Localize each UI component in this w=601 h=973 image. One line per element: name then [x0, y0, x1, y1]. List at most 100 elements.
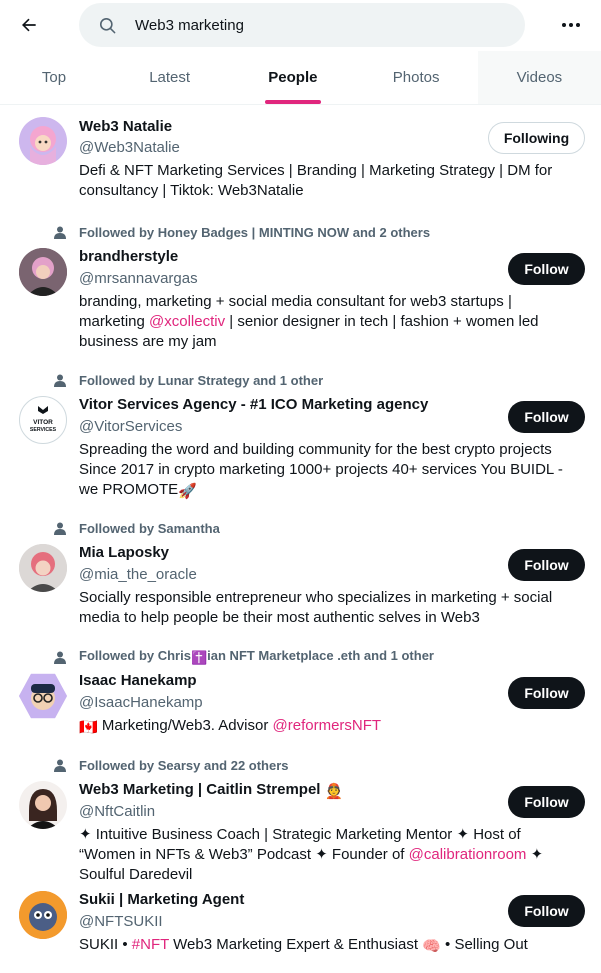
mention-link[interactable]: @calibrationroom: [409, 846, 527, 863]
more-options-button[interactable]: [556, 10, 586, 40]
canada-flag-icon: 🇨🇦: [79, 719, 98, 736]
bio-line: we PROMOTE🚀: [79, 480, 571, 502]
user-list: Web3 Natalie @Web3Natalie Following Defi…: [0, 104, 601, 969]
user-name[interactable]: Web3 Marketing | Caitlin Strempel 👲: [79, 781, 343, 800]
following-button[interactable]: Following: [488, 122, 585, 154]
bio-text: “Women in NFTs & Web3” Podcast ✦ Founder…: [79, 846, 409, 863]
social-context: Followed by Samantha: [52, 520, 220, 536]
avatar[interactable]: [19, 544, 67, 592]
user-name[interactable]: Vitor Services Agency - #1 ICO Marketing…: [79, 396, 428, 413]
social-context: Followed by Honey Badges | MINTING NOW a…: [52, 224, 430, 240]
tab-top[interactable]: Top: [0, 51, 108, 104]
social-text: ian NFT Marketplace .eth and 1 other: [207, 648, 434, 663]
avatar[interactable]: [19, 781, 67, 829]
social-context-text: Followed by Samantha: [79, 520, 220, 536]
search-icon: [97, 15, 117, 35]
bio-text: Marketing/Web3. Advisor: [97, 717, 273, 734]
bio-line: Since 2017 in crypto marketing 1000+ pro…: [79, 461, 563, 478]
avatar-logo-text: SERVICES: [30, 427, 57, 433]
bio-line: Socially responsible entrepreneur who sp…: [79, 589, 553, 606]
social-context: Followed by Lunar Strategy and 1 other: [52, 372, 323, 388]
user-name[interactable]: Web3 Natalie: [79, 118, 172, 135]
bio-text: SUKII •: [79, 936, 132, 953]
user-bio: Spreading the word and building communit…: [79, 440, 571, 502]
follow-button[interactable]: Follow: [508, 253, 585, 285]
user-cell[interactable]: Followed by Lunar Strategy and 1 other V…: [0, 356, 601, 504]
bio-text: | senior designer in tech | fashion + wo…: [225, 313, 539, 330]
bio-text: • Selling Out: [440, 936, 528, 953]
follow-button[interactable]: Follow: [508, 549, 585, 581]
avatar[interactable]: [19, 673, 67, 719]
person-icon: [52, 757, 68, 773]
hat-emoji-icon: 👲: [324, 783, 344, 800]
bio-line: “Women in NFTs & Web3” Podcast ✦ Founder…: [79, 845, 571, 865]
user-cell[interactable]: Followed by Chris✝️ian NFT Marketplace .…: [0, 632, 601, 741]
hashtag-link[interactable]: #NFT: [132, 936, 169, 953]
user-bio: SUKII • #NFT Web3 Marketing Expert & Ent…: [79, 935, 571, 957]
tab-videos[interactable]: Videos: [477, 51, 601, 104]
bio-text: marketing: [79, 313, 150, 330]
tab-photos[interactable]: Photos: [355, 51, 478, 104]
dot-icon: [576, 23, 580, 27]
person-icon: [52, 372, 68, 388]
user-handle[interactable]: @Web3Natalie: [79, 139, 180, 156]
bio-line: 🇨🇦 Marketing/Web3. Advisor @reformersNFT: [79, 716, 571, 738]
user-handle[interactable]: @NftCaitlin: [79, 803, 155, 820]
bio-line: ✦ Intuitive Business Coach | Strategic M…: [79, 826, 521, 843]
follow-button[interactable]: Follow: [508, 895, 585, 927]
bio-line: SUKII • #NFT Web3 Marketing Expert & Ent…: [79, 935, 571, 957]
user-name[interactable]: Mia Laposky: [79, 544, 169, 561]
bio-line: Defi & NFT Marketing Services | Branding…: [79, 162, 553, 179]
follow-button[interactable]: Follow: [508, 786, 585, 818]
bio-text: Web3 Marketing Expert & Enthusiast: [169, 936, 423, 953]
tab-people[interactable]: People: [231, 51, 354, 104]
social-text: Followed by Chris: [79, 648, 191, 663]
avatar[interactable]: VITOR SERVICES: [19, 396, 67, 444]
social-context-text: Followed by Lunar Strategy and 1 other: [79, 372, 324, 388]
dot-icon: [569, 23, 573, 27]
user-handle[interactable]: @NFTSUKII: [79, 913, 163, 930]
avatar[interactable]: [19, 891, 67, 939]
user-name[interactable]: Isaac Hanekamp: [79, 672, 197, 689]
user-name[interactable]: brandherstyle: [79, 248, 178, 265]
user-handle[interactable]: @mia_the_oracle: [79, 566, 197, 583]
back-button[interactable]: [14, 10, 44, 40]
bio-line: Soulful Daredevil: [79, 866, 193, 883]
follow-button[interactable]: Follow: [508, 677, 585, 709]
user-bio: ✦ Intuitive Business Coach | Strategic M…: [79, 825, 571, 885]
mention-link[interactable]: @xcollectiv: [149, 313, 225, 330]
user-cell[interactable]: Web3 Natalie @Web3Natalie Following Defi…: [0, 104, 601, 208]
person-icon: [52, 649, 68, 665]
brain-icon: 🧠: [422, 938, 441, 955]
search-input[interactable]: [135, 16, 495, 34]
top-bar: [0, 0, 601, 50]
person-icon: [52, 520, 68, 536]
tab-latest[interactable]: Latest: [108, 51, 231, 104]
dot-icon: [562, 23, 566, 27]
user-bio: branding, marketing + social media consu…: [79, 292, 571, 352]
bio-line: marketing @xcollectiv | senior designer …: [79, 312, 571, 332]
avatar[interactable]: [19, 117, 67, 165]
user-name-text: Web3 Marketing | Caitlin Strempel: [79, 781, 321, 798]
user-cell[interactable]: Sukii | Marketing Agent @NFTSUKII Follow…: [0, 889, 601, 969]
mention-link[interactable]: @reformersNFT: [273, 717, 382, 734]
bio-line: branding, marketing + social media consu…: [79, 293, 512, 310]
search-box[interactable]: [79, 3, 525, 47]
user-handle[interactable]: @IsaacHanekamp: [79, 694, 203, 711]
user-bio: 🇨🇦 Marketing/Web3. Advisor @reformersNFT: [79, 716, 571, 738]
cross-icon: ✝️: [190, 650, 208, 665]
user-handle[interactable]: @VitorServices: [79, 418, 182, 435]
social-context-text: Followed by Chris✝️ian NFT Marketplace .…: [79, 648, 434, 666]
user-cell[interactable]: Followed by Searsy and 22 others Web3 Ma…: [0, 741, 601, 889]
search-tabs: Top Latest People Photos Videos: [0, 51, 601, 105]
social-context-text: Followed by Searsy and 22 others: [79, 757, 289, 773]
bio-line: Spreading the word and building communit…: [79, 441, 552, 458]
user-cell[interactable]: Followed by Samantha Mia Laposky @mia_th…: [0, 504, 601, 632]
follow-button[interactable]: Follow: [508, 401, 585, 433]
avatar[interactable]: [19, 248, 67, 296]
user-handle[interactable]: @mrsannavargas: [79, 270, 198, 287]
user-cell[interactable]: Followed by Honey Badges | MINTING NOW a…: [0, 208, 601, 356]
bio-line: media to help people be their most authe…: [79, 609, 480, 626]
user-bio: Socially responsible entrepreneur who sp…: [79, 588, 571, 628]
user-name[interactable]: Sukii | Marketing Agent: [79, 891, 244, 908]
